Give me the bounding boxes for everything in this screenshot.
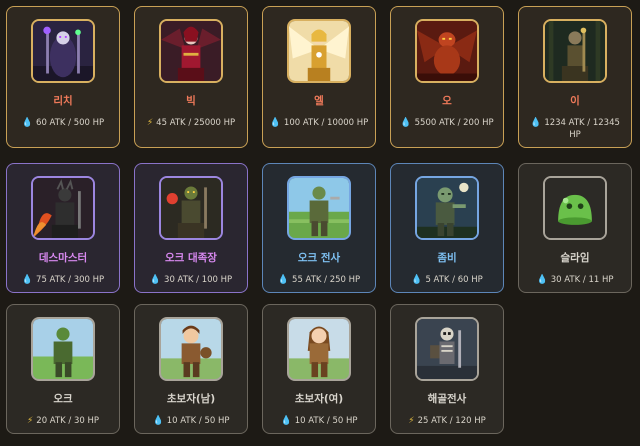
character-name: 초보자(남) <box>166 393 216 405</box>
character-stats: 💧 1234 ATK / 12345 HP <box>530 118 620 140</box>
character-stats: 💧 30 ATK / 11 HP <box>536 275 614 285</box>
gold-drop-icon: 💧 <box>277 275 290 285</box>
character-name: 이 <box>570 95 580 107</box>
character-card-novice-female[interactable]: 초보자(여) 💧 10 ATK / 50 HP <box>262 304 376 434</box>
character-stats: 💧 100 ATK / 10000 HP <box>269 118 369 128</box>
character-card-skeleton-warrior[interactable]: 해골전사 ⚡ 25 ATK / 120 HP <box>390 304 504 434</box>
el-portrait <box>287 19 351 83</box>
character-stats: 💧 75 ATK / 300 HP <box>21 275 105 285</box>
character-stats: ⚡ 20 ATK / 30 HP <box>26 416 100 426</box>
gold-drop-icon: 💧 <box>21 275 34 285</box>
slime-portrait <box>543 176 607 240</box>
character-name: 좀비 <box>437 252 457 264</box>
lightning-icon: ⚡ <box>146 118 154 128</box>
character-name: 초보자(여) <box>294 393 344 405</box>
skeleton-warrior-portrait <box>415 317 479 381</box>
lich-portrait <box>31 19 95 83</box>
character-name: 엘 <box>314 95 324 107</box>
orc-warrior-portrait <box>287 176 351 240</box>
character-card-deathmaster[interactable]: 데스마스터 💧 75 ATK / 300 HP <box>6 163 120 293</box>
zombie-portrait <box>415 176 479 240</box>
deathmaster-portrait <box>31 176 95 240</box>
character-stats: 💧 30 ATK / 100 HP <box>149 275 233 285</box>
novice-male-portrait <box>159 317 223 381</box>
water-drop-icon: 💧 <box>269 118 281 128</box>
character-card-novice-male[interactable]: 초보자(남) 💧 10 ATK / 50 HP <box>134 304 248 434</box>
character-stats: ⚡ 25 ATK / 120 HP <box>408 416 486 426</box>
character-card-big[interactable]: 빅 ⚡ 45 ATK / 25000 HP <box>134 6 248 148</box>
character-stats: 💧 5 ATK / 60 HP <box>411 275 483 285</box>
water-drop-icon: 💧 <box>536 275 548 285</box>
character-card-el[interactable]: 엘 💧 100 ATK / 10000 HP <box>262 6 376 148</box>
character-name: 해골전사 <box>427 393 467 405</box>
character-stats: 💧 60 ATK / 500 HP <box>21 118 105 128</box>
gold-drop-icon: 💧 <box>411 275 423 285</box>
character-stats: 💧 10 ATK / 50 HP <box>280 416 358 426</box>
orc-warchief-portrait <box>159 176 223 240</box>
character-card-zombie[interactable]: 좀비 💧 5 ATK / 60 HP <box>390 163 504 293</box>
character-card-orc-warchief[interactable]: 오크 대족장 💧 30 ATK / 100 HP <box>134 163 248 293</box>
water-drop-icon: 💧 <box>149 275 162 285</box>
gold-drop-icon: 💧 <box>152 416 164 426</box>
character-card-orc-warrior[interactable]: 오크 전사 💧 55 ATK / 250 HP <box>262 163 376 293</box>
character-card-o[interactable]: 오 💧 5500 ATK / 200 HP <box>390 6 504 148</box>
character-name: 오크 전사 <box>297 252 341 264</box>
character-card-lich[interactable]: 리치 💧 60 ATK / 500 HP <box>6 6 120 148</box>
character-card-slime[interactable]: 슬라임 💧 30 ATK / 11 HP <box>518 163 632 293</box>
character-stats: 💧 55 ATK / 250 HP <box>277 275 361 285</box>
character-name: 데스마스터 <box>38 252 88 264</box>
water-drop-icon: 💧 <box>280 416 292 426</box>
i-portrait <box>543 19 607 83</box>
character-stats: 💧 10 ATK / 50 HP <box>152 416 230 426</box>
water-drop-icon: 💧 <box>530 118 542 128</box>
character-stats: ⚡ 45 ATK / 25000 HP <box>146 118 236 128</box>
o-portrait <box>415 19 479 83</box>
character-stats: 💧 5500 ATK / 200 HP <box>400 118 494 128</box>
character-name: 오크 대족장 <box>165 252 217 264</box>
character-card-grid: 리치 💧 60 ATK / 500 HP 빅 ⚡ 45 ATK / 25000 HP… <box>6 6 634 440</box>
lightning-icon: ⚡ <box>26 416 34 426</box>
character-name: 슬라임 <box>560 252 590 264</box>
big-portrait <box>159 19 223 83</box>
character-name: 리치 <box>53 95 73 107</box>
character-card-i[interactable]: 이 💧 1234 ATK / 12345 HP <box>518 6 632 148</box>
orc-portrait <box>31 317 95 381</box>
character-name: 오크 <box>53 393 73 405</box>
novice-female-portrait <box>287 317 351 381</box>
gold-drop-icon: 💧 <box>400 118 412 128</box>
character-card-orc[interactable]: 오크 ⚡ 20 ATK / 30 HP <box>6 304 120 434</box>
lightning-icon: ⚡ <box>408 416 415 426</box>
character-name: 오 <box>442 95 452 107</box>
character-name: 빅 <box>186 95 196 107</box>
water-drop-icon: 💧 <box>21 118 34 128</box>
